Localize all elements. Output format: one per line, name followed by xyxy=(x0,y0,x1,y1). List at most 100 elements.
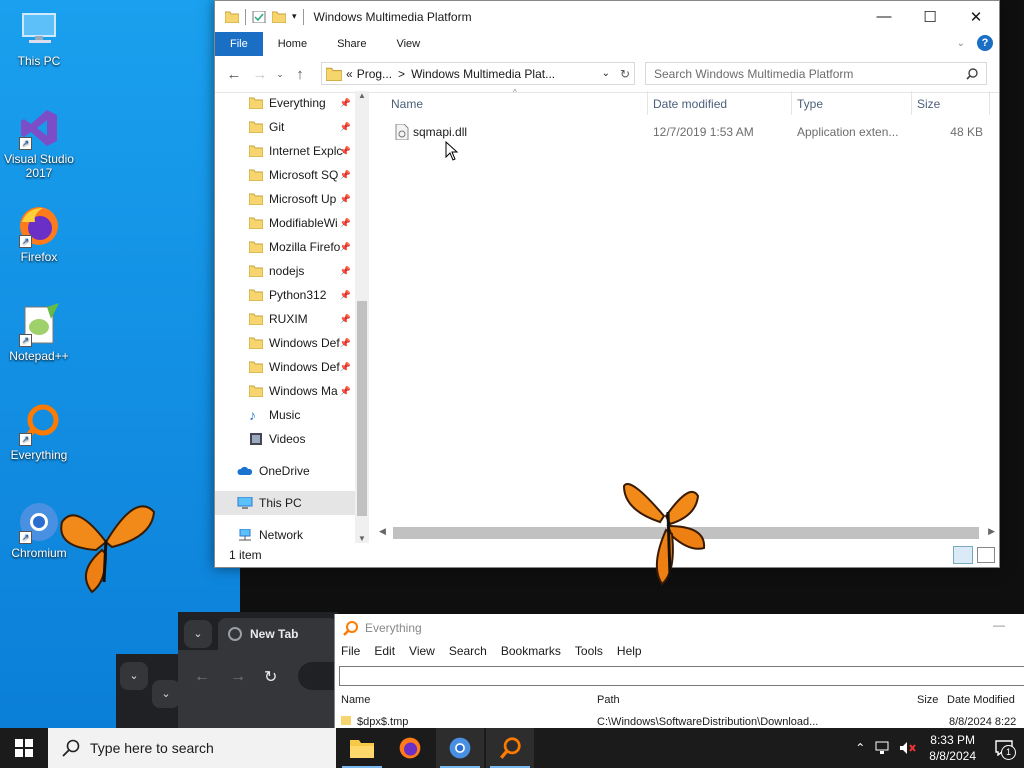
sidebar-item-microsoft-sq[interactable]: Microsoft SQ 📌 xyxy=(215,163,355,187)
menu-bookmarks[interactable]: Bookmarks xyxy=(501,644,561,658)
new-folder-icon[interactable] xyxy=(272,11,286,23)
volume-muted-icon[interactable] xyxy=(899,741,917,755)
breadcrumb-separator[interactable]: > xyxy=(398,67,405,81)
menu-search[interactable]: Search xyxy=(449,644,487,658)
sidebar-item-this-pc[interactable]: This PC xyxy=(215,491,355,515)
tab-home[interactable]: Home xyxy=(263,32,322,56)
sidebar-item-python312[interactable]: Python312 📌 xyxy=(215,283,355,307)
sidebar-item-everything[interactable]: Everything 📌 xyxy=(215,91,355,115)
network-icon[interactable] xyxy=(875,741,891,755)
pin-icon[interactable]: 📌 xyxy=(340,386,351,397)
scroll-thumb[interactable] xyxy=(357,301,367,516)
properties-icon[interactable] xyxy=(252,10,266,23)
clock[interactable]: 8:33 PM 8/8/2024 xyxy=(929,732,976,764)
sidebar-item-windows-def[interactable]: Windows Def 📌 xyxy=(215,331,355,355)
pin-icon[interactable]: 📌 xyxy=(340,242,351,253)
sidebar-item-music[interactable]: ♪ Music xyxy=(215,403,355,427)
sidebar-item-mozilla-firefo[interactable]: Mozilla Firefo 📌 xyxy=(215,235,355,259)
col-name[interactable]: Name xyxy=(391,97,423,111)
col-name[interactable]: Name xyxy=(341,694,370,706)
breadcrumb-current[interactable]: Windows Multimedia Plat... xyxy=(411,67,555,81)
address-bar[interactable]: « Prog... > Windows Multimedia Plat... ⌄… xyxy=(321,62,635,85)
scroll-right-icon[interactable]: ▶ xyxy=(988,526,995,537)
nav-scrollbar[interactable]: ▲ ▼ xyxy=(355,91,369,543)
scroll-left-icon[interactable]: ◀ xyxy=(379,526,386,537)
taskbar-everything[interactable] xyxy=(486,728,534,768)
tab-share[interactable]: Share xyxy=(322,32,381,56)
close-button[interactable]: ✕ xyxy=(953,1,999,32)
col-type[interactable]: Type xyxy=(797,97,823,111)
pin-icon[interactable]: 📌 xyxy=(340,218,351,229)
sidebar-item-videos[interactable]: Videos xyxy=(215,427,355,451)
refresh-icon[interactable]: ↻ xyxy=(620,67,630,81)
everything-title-bar[interactable]: Everything xyxy=(343,620,422,636)
sidebar-item-windows-ma[interactable]: Windows Ma 📌 xyxy=(215,379,355,403)
up-button[interactable]: ↑ xyxy=(287,66,313,83)
pin-icon[interactable]: 📌 xyxy=(340,122,351,133)
scroll-down-icon[interactable]: ▼ xyxy=(355,534,369,543)
minimize-button[interactable]: — xyxy=(993,618,1005,632)
address-dropdown-icon[interactable]: ⌄ xyxy=(602,68,610,79)
menu-tools[interactable]: Tools xyxy=(575,644,603,658)
recent-locations-button[interactable]: ⌄ xyxy=(273,69,287,80)
reload-icon[interactable]: ↻ xyxy=(264,667,277,687)
tab-search-button[interactable]: ⌄ xyxy=(152,680,180,708)
tab-new-tab[interactable]: New Tab xyxy=(218,618,338,650)
pin-icon[interactable]: 📌 xyxy=(340,362,351,373)
tab-file[interactable]: File xyxy=(215,32,263,56)
col-size[interactable]: Size xyxy=(917,97,940,111)
minimize-button[interactable]: — xyxy=(861,1,907,32)
everything-search-input[interactable] xyxy=(339,666,1024,686)
pin-icon[interactable]: 📌 xyxy=(340,170,351,181)
action-center-button[interactable]: 1 xyxy=(984,728,1024,768)
help-icon[interactable]: ? xyxy=(977,35,993,51)
show-hidden-icons-icon[interactable]: ⌃ xyxy=(855,741,865,755)
desktop-icon-visual-studio[interactable]: ↗ Visual Studio 2017 xyxy=(1,106,77,180)
sidebar-item-nodejs[interactable]: nodejs 📌 xyxy=(215,259,355,283)
desktop-icon-notepadpp[interactable]: ↗ Notepad++ xyxy=(1,303,77,363)
sidebar-item-windows-def[interactable]: Windows Def 📌 xyxy=(215,355,355,379)
sidebar-item-microsoft-up[interactable]: Microsoft Up 📌 xyxy=(215,187,355,211)
taskbar-file-explorer[interactable] xyxy=(338,728,386,768)
taskbar-chromium[interactable] xyxy=(436,728,484,768)
col-size[interactable]: Size xyxy=(917,694,938,706)
pin-icon[interactable]: 📌 xyxy=(340,266,351,277)
sidebar-item-ruxim[interactable]: RUXIM 📌 xyxy=(215,307,355,331)
sidebar-item-onedrive[interactable]: OneDrive xyxy=(215,459,355,483)
menu-help[interactable]: Help xyxy=(617,644,642,658)
taskbar-firefox[interactable] xyxy=(386,728,434,768)
expand-ribbon-icon[interactable]: ⌄ xyxy=(957,38,965,49)
sidebar-item-git[interactable]: Git 📌 xyxy=(215,115,355,139)
sidebar-item-modifiablewi[interactable]: ModifiableWi 📌 xyxy=(215,211,355,235)
customize-quick-access-icon[interactable]: ▾ xyxy=(292,11,297,22)
tab-view[interactable]: View xyxy=(381,32,435,56)
table-row[interactable]: sqmapi.dll 12/7/2019 1:53 AM Application… xyxy=(375,121,999,143)
menu-file[interactable]: File xyxy=(341,644,360,658)
details-view-icon[interactable] xyxy=(953,546,973,564)
tab-search-button[interactable]: ⌄ xyxy=(184,620,212,648)
back-button[interactable]: ← xyxy=(221,66,247,83)
back-icon[interactable]: ← xyxy=(194,668,210,686)
pin-icon[interactable]: 📌 xyxy=(340,194,351,205)
col-date[interactable]: Date modified xyxy=(653,97,727,111)
desktop-icon-this-pc[interactable]: This PC xyxy=(1,8,77,68)
start-button[interactable] xyxy=(0,728,48,768)
taskbar-search-box[interactable]: Type here to search xyxy=(48,728,336,768)
desktop-icon-everything[interactable]: ↗ Everything xyxy=(1,402,77,462)
menu-edit[interactable]: Edit xyxy=(374,644,395,658)
breadcrumb-parent[interactable]: Prog... xyxy=(357,67,392,81)
breadcrumb-overflow[interactable]: « xyxy=(346,67,353,81)
omnibox[interactable] xyxy=(298,662,338,690)
desktop-icon-firefox[interactable]: ↗ Firefox xyxy=(1,204,77,264)
sidebar-item-internet-explc[interactable]: Internet Explc 📌 xyxy=(215,139,355,163)
col-date-modified[interactable]: Date Modified xyxy=(947,694,1015,706)
tab-search-button[interactable]: ⌄ xyxy=(120,662,148,690)
scroll-up-icon[interactable]: ▲ xyxy=(355,91,369,100)
pin-icon[interactable]: 📌 xyxy=(340,146,351,157)
menu-view[interactable]: View xyxy=(409,644,435,658)
pin-icon[interactable]: 📌 xyxy=(340,290,351,301)
forward-icon[interactable]: → xyxy=(230,668,246,686)
title-bar[interactable]: ▾ Windows Multimedia Platform — ☐ ✕ xyxy=(215,1,999,32)
pin-icon[interactable]: 📌 xyxy=(340,98,351,109)
sidebar-item-network[interactable]: Network xyxy=(215,523,355,543)
